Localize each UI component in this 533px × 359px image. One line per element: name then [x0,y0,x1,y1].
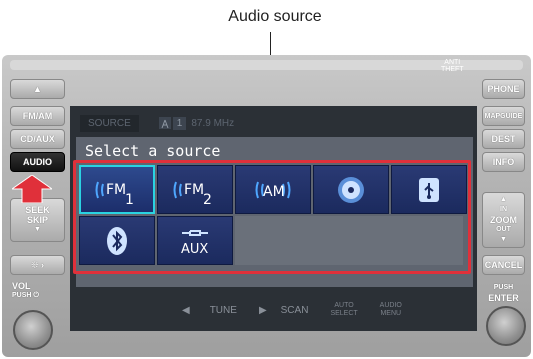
volume-label: VOL PUSH ⏻ [12,281,39,299]
fm1-icon: FM 1 [95,181,134,208]
dialog-title: Select a source [85,142,221,160]
svg-text:FM: FM [184,182,204,198]
fm-am-button[interactable]: FM/AM [10,106,65,126]
svg-text:AUX: AUX [181,242,208,257]
volume-knob[interactable] [13,310,53,350]
tune-left-icon[interactable]: ◀ [182,305,190,316]
source-tile-bluetooth[interactable] [79,216,155,265]
auto-select-button[interactable]: AUTO SELECT [330,302,357,318]
enter-label: PUSH ENTER [488,284,519,303]
enter-knob[interactable] [486,306,526,346]
source-label: SOURCE [80,114,139,132]
source-tile-fm1[interactable]: FM 1 [79,165,155,214]
svg-text:2: 2 [203,192,212,208]
bottom-control-bar: ◀ TUNE ▶ SCAN AUTO SELECT AUDIO MENU [172,298,477,322]
audio-menu-button[interactable]: AUDIO MENU [380,302,402,318]
am-icon: AM [255,181,291,200]
eject-button[interactable]: ▲ [10,79,65,99]
preset-button[interactable]: ❊ › [10,255,65,275]
mapguide-button[interactable]: MAPGUIDE [482,106,525,126]
anti-theft-label: ANTI THEFT [441,59,464,73]
usb-icon [419,177,439,202]
source-tile-fm2[interactable]: FM 2 [157,165,233,214]
fm2-icon: FM 2 [173,181,212,208]
info-button[interactable]: INFO [482,152,525,172]
scan-button[interactable]: SCAN [281,305,309,316]
phone-button[interactable]: PHONE [482,79,525,99]
source-tile-am[interactable]: AM [235,165,311,214]
bluetooth-icon [107,226,127,255]
source-tile-usb[interactable] [391,165,467,214]
svg-text:AM: AM [263,184,285,200]
tune-right-icon[interactable]: ▶ [259,305,267,316]
seek-skip-button[interactable]: SEEK SKIP ▼ [10,198,65,242]
channel-number: 1 [172,116,187,130]
radio-tower-icon [158,117,171,129]
status-bar: SOURCE 1 87.9 MHz [80,113,360,133]
frequency-display: 87.9 MHz [191,117,235,129]
svg-text:FM: FM [106,182,126,198]
empty-tile-area [235,216,463,265]
cd-aux-button[interactable]: CD/AUX [10,129,65,149]
cancel-button[interactable]: CANCEL [482,255,525,275]
dest-button[interactable]: DEST [482,129,525,149]
disc-icon [338,176,364,203]
aux-icon: AUX [181,229,208,257]
source-tile-cd[interactable] [313,165,389,214]
tune-label: TUNE [209,304,237,316]
callout-arrow-icon [12,175,52,203]
source-tile-aux[interactable]: AUX [157,216,233,265]
callout-caption: Audio source [228,8,322,25]
audio-button[interactable]: AUDIO [10,152,65,172]
zoom-rocker[interactable]: ▲ IN ZOOM OUT ▼ [482,192,525,248]
svg-text:1: 1 [125,192,134,208]
